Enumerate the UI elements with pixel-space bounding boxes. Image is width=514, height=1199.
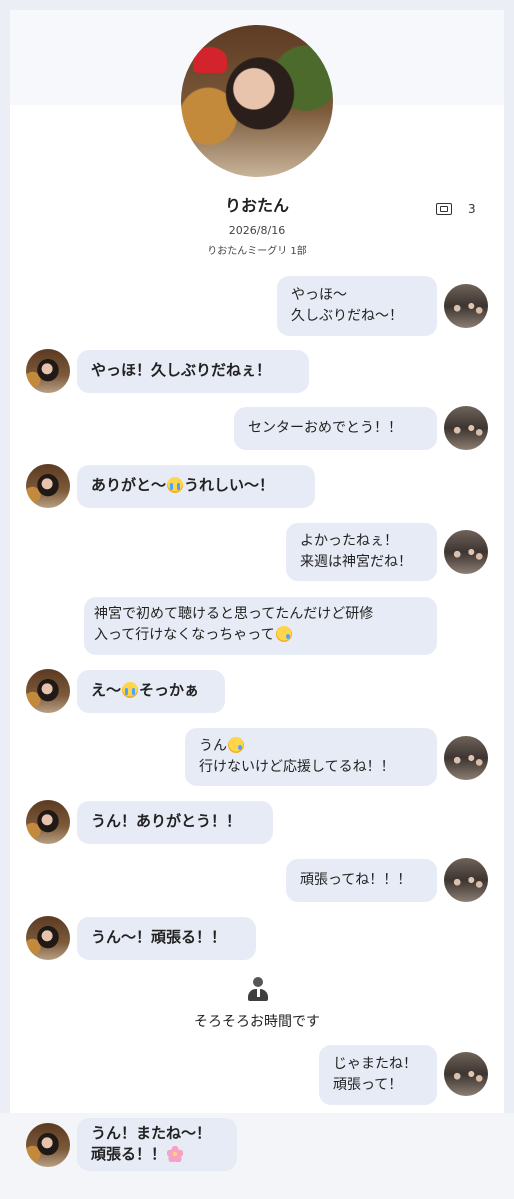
- message-line: やっほ！久しぶりだねぇ！: [91, 361, 272, 379]
- message-bubble-me: やっほ〜 久しぶりだね〜！: [277, 276, 437, 336]
- message-text: ありがと〜: [91, 476, 167, 494]
- loudly-crying-face-icon: [122, 682, 139, 698]
- message-bubble-member: やっほ！久しぶりだねぇ！: [77, 350, 309, 393]
- message-text: うれしい〜！: [184, 476, 275, 494]
- profile-avatar: [181, 25, 333, 177]
- member-avatar: [26, 1123, 70, 1167]
- loudly-crying-face-icon: [167, 477, 184, 493]
- message-line: え〜 そっかぁ: [91, 680, 211, 701]
- ticket-count: 3: [468, 202, 476, 216]
- message-line: うん！ありがとう！！: [91, 812, 242, 830]
- message-bubble-member: 神宮で初めて聴けると思ってたんだけど研修 入って行けなくなっちゃって: [84, 597, 437, 655]
- member-avatar: [26, 916, 70, 960]
- message-bubble-me: 頑張ってね！！！: [286, 859, 437, 902]
- message-text: うん: [199, 738, 227, 754]
- my-avatar: [444, 406, 488, 450]
- member-avatar: [26, 669, 70, 713]
- session-group: りおたんミーグリ 1部: [207, 246, 307, 257]
- member-avatar: [26, 349, 70, 393]
- message-text: 頑張る！！: [91, 1145, 167, 1163]
- message-bubble-member: ありがと〜 うれしい〜！: [77, 465, 315, 508]
- message-text: そっかぁ: [139, 681, 200, 699]
- santa-hat-decoration: [193, 47, 227, 73]
- ticket-icon: [436, 203, 452, 215]
- message-line: 頑張る！！: [91, 1144, 223, 1165]
- member-avatar: [26, 464, 70, 508]
- message-line: うん: [199, 736, 423, 757]
- message-bubble-member: うん〜！頑張る！！: [77, 917, 256, 960]
- message-line: 行けないけど応援してるね！！: [199, 759, 395, 775]
- message-line: 頑張ってね！！！: [300, 872, 412, 888]
- my-avatar: [444, 284, 488, 328]
- message-bubble-me: センターおめでとう！！: [234, 407, 437, 450]
- message-bubble-member: うん！ありがとう！！: [77, 801, 273, 844]
- session-date: 2026/8/16: [228, 224, 286, 237]
- system-message: そろそろお時間です: [194, 1014, 320, 1030]
- ticket-counter: 3: [436, 202, 476, 216]
- message-line: じゃまたね！: [333, 1056, 417, 1072]
- my-avatar: [444, 1052, 488, 1096]
- message-line: 頑張って！: [333, 1077, 403, 1093]
- message-line: 入って行けなくなっちゃって: [94, 625, 423, 646]
- cherry-blossom-icon: [167, 1146, 184, 1162]
- message-line: うん！またね〜！: [91, 1124, 212, 1142]
- message-bubble-me: じゃまたね！ 頑張って！: [319, 1045, 437, 1105]
- message-text: 入って行けなくなっちゃって: [94, 627, 275, 643]
- message-line: 神宮で初めて聴けると思ってたんだけど研修: [94, 606, 374, 622]
- my-avatar: [444, 736, 488, 780]
- message-bubble-me: よかったねぇ！ 来週は神宮だね！: [286, 523, 437, 581]
- message-line: よかったねぇ！: [300, 533, 398, 549]
- message-line: ありがと〜 うれしい〜！: [91, 475, 301, 496]
- message-bubble-member: うん！またね〜！ 頑張る！！: [77, 1118, 237, 1171]
- crying-face-icon: [275, 626, 292, 642]
- message-bubble-member: え〜 そっかぁ: [77, 670, 225, 713]
- message-line: 久しぶりだね〜！: [291, 308, 403, 324]
- message-text: え〜: [91, 681, 122, 699]
- my-avatar: [444, 530, 488, 574]
- my-avatar: [444, 858, 488, 902]
- message-line: やっほ〜: [291, 287, 347, 303]
- message-line: うん〜！頑張る！！: [91, 928, 227, 946]
- message-bubble-me: うん 行けないけど応援してるね！！: [185, 728, 437, 786]
- crying-face-icon: [228, 737, 244, 753]
- message-line: 来週は神宮だね！: [300, 554, 412, 570]
- message-line: センターおめでとう！！: [248, 420, 402, 436]
- member-avatar: [26, 800, 70, 844]
- staff-person-icon: [247, 977, 269, 1003]
